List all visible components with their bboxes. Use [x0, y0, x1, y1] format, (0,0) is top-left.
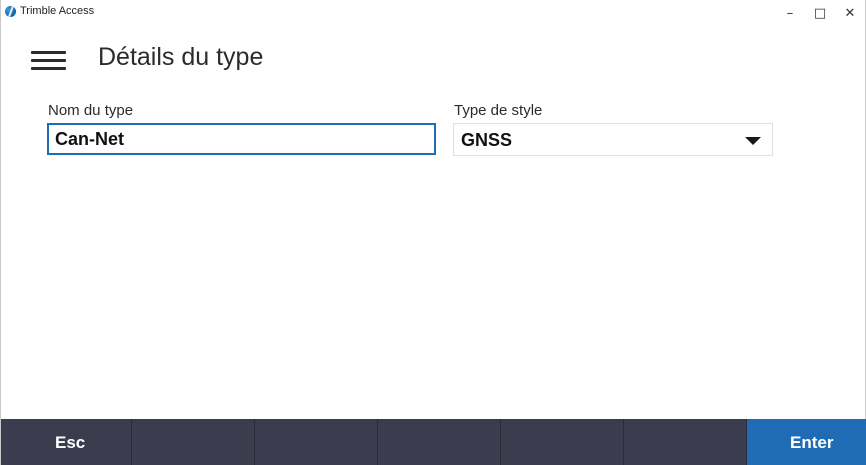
- app-window: Trimble Access – □ ✕ Détails du type Nom…: [0, 0, 866, 465]
- softkey-2[interactable]: [132, 419, 255, 465]
- softkey-6[interactable]: [624, 419, 747, 465]
- maximize-button[interactable]: □: [805, 0, 835, 27]
- close-button[interactable]: ✕: [835, 0, 865, 27]
- page-header: Détails du type: [1, 28, 865, 90]
- softkey-4[interactable]: [378, 419, 501, 465]
- trimble-globe-icon: [5, 6, 16, 17]
- softkey-5[interactable]: [501, 419, 624, 465]
- app-title: Trimble Access: [20, 5, 95, 17]
- title-bar: Trimble Access – □ ✕: [1, 0, 865, 27]
- page-title: Détails du type: [98, 43, 264, 71]
- name-field-label: Nom du type: [48, 102, 134, 119]
- softkey-3[interactable]: [255, 419, 378, 465]
- enter-button[interactable]: Enter: [747, 419, 866, 465]
- dropdown-arrow-icon: [745, 137, 761, 145]
- enter-button-label: Enter: [790, 433, 834, 452]
- style-type-select[interactable]: GNSS: [453, 123, 773, 156]
- minimize-button[interactable]: –: [775, 0, 805, 27]
- name-input[interactable]: [47, 123, 436, 155]
- esc-button[interactable]: Esc: [9, 419, 132, 465]
- style-type-value: GNSS: [461, 130, 513, 150]
- esc-button-label: Esc: [55, 433, 86, 452]
- style-field-label: Type de style: [454, 102, 543, 119]
- softkey-bar: Esc Enter: [1, 419, 866, 465]
- hamburger-menu-icon[interactable]: [31, 51, 66, 70]
